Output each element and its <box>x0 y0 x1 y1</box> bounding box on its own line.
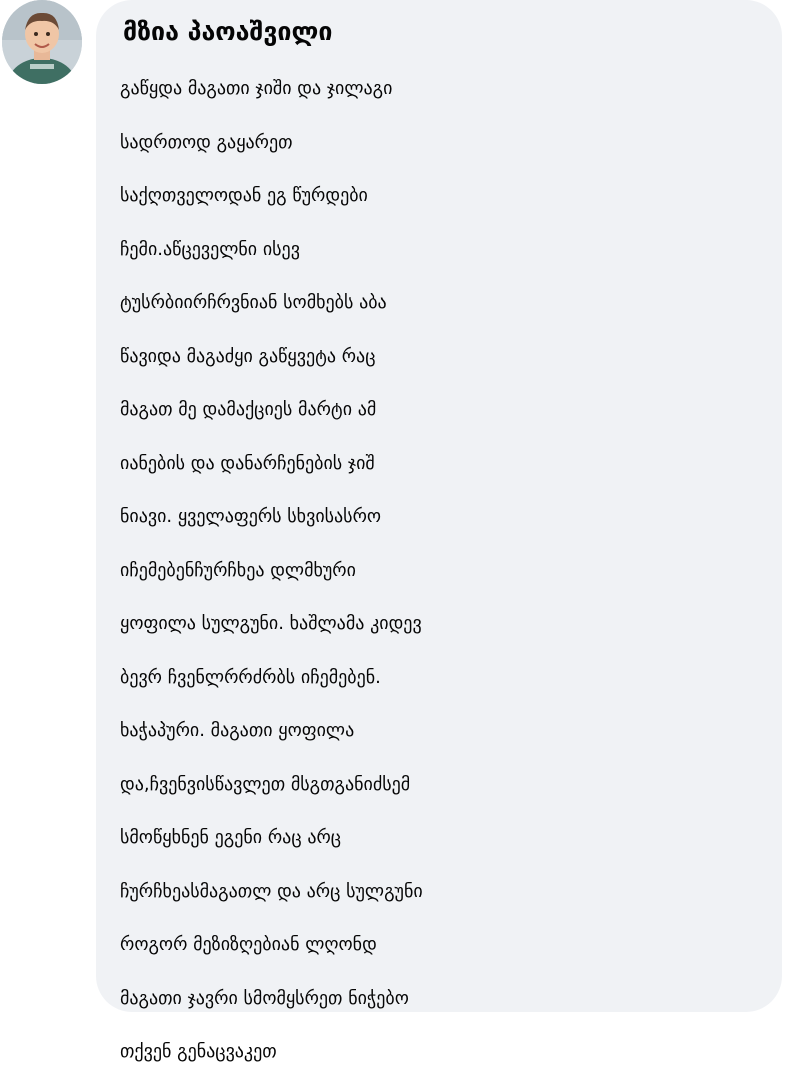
comment-text-line: წავიდა მაგაძყი გაწყვეტა რაც <box>120 345 376 367</box>
comment-author-name[interactable]: მზია პაოაშვილი <box>120 12 762 52</box>
comment-text-line: სმოწყხნენ ეგენი რაც არც <box>120 827 342 848</box>
comment-text-line: გაწყდა მაგათი ჯიში და ჯილაგი <box>120 78 393 99</box>
comment-text-line: ხაჭაპური. მაგათი ყოფილა <box>120 720 355 741</box>
comment-text-line: ტუსრბიირჩრვნიან სომხებს აბა <box>120 292 387 313</box>
avatar-photo-icon <box>2 0 82 84</box>
comment-text-line: ჩურჩხეასმაგათლ და არც სულგუნი <box>120 880 423 902</box>
comment-text-line: სადრთოდ გაყარეთ <box>120 131 293 153</box>
comment-text-line: იანების და დანარჩენების ჯიშ <box>120 452 375 474</box>
comment-bubble: მზია პაოაშვილი გაწყდა მაგათი ჯიში და ჯილ… <box>96 0 782 1062</box>
comment-text-line: იჩემებენჩურჩხეა დლმხური <box>120 559 356 581</box>
comment-text-line: თქვენ გენაცვაკეთ <box>120 1041 277 1062</box>
comment-text-line: და,ჩვენვისწავლეთ მსგთგანიძსემ <box>120 773 411 795</box>
comment-text-line: ნიავი. ყველაფერს სხვისასრო <box>120 506 382 527</box>
comment-text-line: ჩემი.აწცეველნი ისევ <box>120 238 300 260</box>
comment-text-line: როგორ მეზიზღებიან ლღონდ <box>120 934 377 955</box>
comment-text-line: ბევრ ჩვენლრრძრბს იჩემებენ. <box>120 666 381 688</box>
comment-text-line: საქღთველოდან ეგ წურდები <box>120 185 368 206</box>
comment-text-line: მაგათი ჯავრი სმომყსრეთ ნიჭებო <box>120 987 409 1009</box>
comment-text-line: ყოფილა სულგუნი. ხაშლამა კიდევ <box>120 613 422 634</box>
comment-text: გაწყდა მაგათი ჯიში და ჯილაგი სადრთოდ გაყ… <box>120 62 762 1079</box>
comment-text-line: მაგათ მე დამაქციეს მარტი ამ <box>120 399 377 420</box>
user-avatar[interactable] <box>2 0 82 84</box>
